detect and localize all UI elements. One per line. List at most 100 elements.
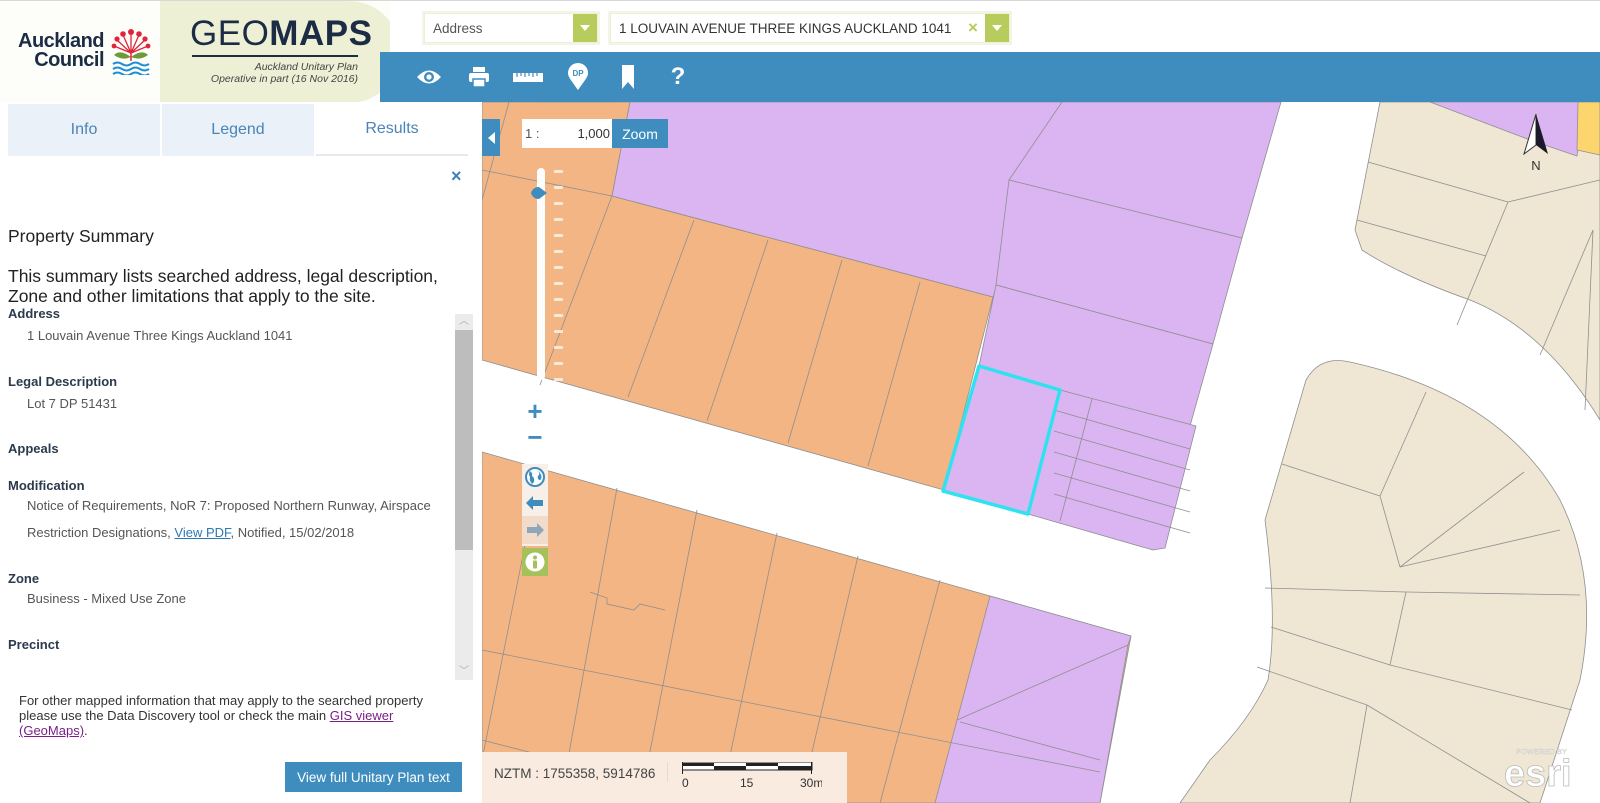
precinct-heading: Precinct — [8, 637, 60, 652]
zoom-level-tick[interactable] — [554, 202, 563, 205]
view-pdf-link[interactable]: View PDF — [174, 525, 230, 540]
zoom-level-tick[interactable] — [554, 362, 563, 365]
zoom-level-tick[interactable] — [554, 314, 563, 317]
zoom-level-tick[interactable] — [554, 346, 563, 349]
divider — [667, 762, 668, 782]
full-extent-button[interactable] — [522, 464, 548, 490]
print-tool-button[interactable] — [464, 62, 494, 92]
ruler-icon — [513, 73, 543, 82]
zoom-level-tick[interactable] — [554, 186, 563, 189]
scale-input[interactable]: 1 : 1,000 — [522, 119, 612, 148]
address-heading: Address — [8, 306, 61, 321]
details-scrollbar[interactable]: ︿ ﹀ — [455, 314, 473, 680]
side-panel: Info Legend Results × Property Summary T… — [0, 102, 482, 803]
measure-tool-button[interactable] — [513, 62, 543, 92]
svg-text:DP: DP — [572, 69, 584, 78]
chevron-up-icon[interactable]: ︿ — [455, 314, 473, 330]
plan-subtitle: Auckland Unitary Plan Operative in part … — [210, 61, 358, 85]
zoom-level-tick[interactable] — [554, 250, 563, 253]
svg-text:esri: esri — [1504, 753, 1572, 792]
zoom-level-tick[interactable] — [554, 234, 563, 237]
zoom-slider-handle[interactable] — [531, 187, 547, 200]
zoom-slider[interactable] — [537, 168, 545, 380]
footer-note: For other mapped information that may ap… — [19, 693, 423, 738]
legal-description-value: Lot 7 DP 51431 — [27, 396, 118, 411]
search-bar: Address 1 LOUVAIN AVENUE THREE KINGS AUC… — [390, 0, 1600, 52]
question-icon: ? — [670, 63, 686, 90]
north-arrow-icon: N — [1523, 113, 1548, 172]
identify-button[interactable] — [522, 548, 548, 576]
zoom-level-tick[interactable] — [554, 298, 563, 301]
zoom-button[interactable]: Zoom — [612, 119, 668, 148]
printer-icon — [469, 67, 489, 88]
scale-label-0: 0 — [682, 776, 689, 790]
address-value: 1 Louvain Avenue Three Kings Auckland 10… — [27, 328, 293, 343]
search-type-select[interactable]: Address — [424, 13, 598, 43]
previous-extent-button[interactable] — [522, 490, 548, 516]
address-search-input[interactable]: 1 LOUVAIN AVENUE THREE KINGS AUCKLAND 10… — [610, 13, 1010, 43]
zoom-out-button[interactable]: − — [522, 422, 548, 452]
scale-label-15: 15 — [740, 776, 754, 790]
chevron-down-icon[interactable] — [573, 14, 597, 42]
next-extent-button[interactable] — [522, 517, 548, 543]
zone-value: Business - Mixed Use Zone — [27, 591, 186, 606]
zone-heading: Zone — [8, 571, 40, 586]
chevron-down-icon[interactable]: ﹀ — [455, 664, 473, 680]
globe-icon — [525, 467, 545, 487]
zoom-level-tick[interactable] — [554, 218, 563, 221]
legal-description-heading: Legal Description — [8, 374, 118, 389]
bookmark-tool-button[interactable] — [613, 62, 643, 92]
scale-label-30m: 30m — [800, 776, 822, 790]
info-icon — [525, 552, 545, 572]
scale-control: 1 : 1,000 Zoom — [522, 119, 668, 148]
zoom-level-tick[interactable] — [554, 282, 563, 285]
tab-info[interactable]: Info — [8, 104, 160, 156]
council-name-line2: Council — [34, 49, 105, 71]
toolbar: DP ? — [380, 52, 1600, 102]
collapse-panel-button[interactable] — [482, 119, 500, 156]
residential-zone-parcel[interactable] — [1179, 360, 1588, 803]
chevron-down-icon[interactable] — [985, 14, 1009, 42]
pohutukawa-flower-icon — [111, 29, 151, 75]
zoom-level-tick[interactable] — [554, 330, 563, 333]
scale-bar: 0 15 30m — [682, 762, 822, 790]
modification-heading: Modification — [8, 478, 85, 493]
bookmark-icon — [622, 65, 634, 89]
close-icon[interactable]: × — [451, 166, 462, 187]
clear-icon[interactable]: × — [961, 18, 985, 38]
dp-marker-tool-button[interactable]: DP — [563, 62, 593, 92]
search-type-value: Address — [433, 20, 483, 36]
scrollbar-thumb[interactable] — [455, 330, 473, 551]
property-summary-title: Property Summary — [8, 226, 154, 246]
dp-pin-icon: DP — [568, 63, 588, 90]
visibility-tool-button[interactable] — [414, 62, 444, 92]
map-view[interactable]: 1 : 1,000 Zoom + − NZTM : 1755358, 59147… — [482, 102, 1600, 803]
help-tool-button[interactable]: ? — [663, 62, 693, 92]
coordinates-bar: NZTM : 1755358, 5914786 0 15 30m — [482, 752, 847, 803]
map-canvas[interactable] — [482, 102, 1600, 803]
title-divider — [192, 55, 358, 57]
svg-text:N: N — [1531, 158, 1540, 172]
modification-value-line1: Notice of Requirements, NoR 7: Proposed … — [27, 498, 431, 513]
tab-results[interactable]: Results — [316, 104, 468, 156]
yellow-zone-parcel[interactable] — [1576, 102, 1600, 156]
arrow-right-icon — [527, 523, 544, 537]
property-summary-description: This summary lists searched address, leg… — [8, 266, 438, 306]
scale-value: 1,000 — [577, 126, 610, 141]
modification-value-line2: Restriction Designations, View PDF, Noti… — [27, 525, 355, 540]
brand-banner: Auckland Council GEOMAPS Auckland Unitar… — [0, 0, 390, 102]
appeals-heading: Appeals — [8, 441, 59, 456]
address-value: 1 LOUVAIN AVENUE THREE KINGS AUCKLAND 10… — [619, 20, 952, 36]
panel-tabs: Info Legend Results — [8, 104, 470, 156]
arrow-left-icon — [526, 496, 543, 510]
eye-icon — [417, 70, 441, 84]
zoom-level-tick[interactable] — [554, 266, 563, 269]
zoom-in-button[interactable]: + — [522, 396, 548, 426]
esri-logo: POWERED BY esri — [1504, 747, 1572, 792]
tab-legend[interactable]: Legend — [162, 104, 314, 156]
header: Auckland Council GEOMAPS Auckland Unitar… — [0, 0, 1600, 102]
zoom-level-tick[interactable] — [554, 170, 563, 173]
zoom-level-tick[interactable] — [554, 378, 563, 381]
auckland-council-logo[interactable]: Auckland Council — [18, 27, 152, 75]
view-full-unitary-plan-button[interactable]: View full Unitary Plan text — [285, 762, 462, 792]
